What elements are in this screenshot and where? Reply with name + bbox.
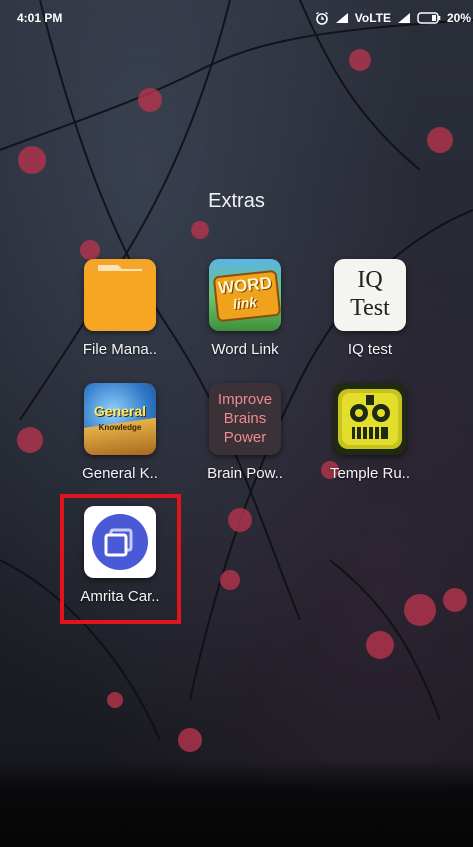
alarm-icon (315, 11, 329, 25)
app-label: Brain Pow.. (207, 465, 283, 482)
status-bar: 4:01 PM VoLTE 20% (0, 0, 473, 36)
battery-icon (417, 12, 441, 24)
highlight-box (60, 494, 181, 624)
app-brain-power[interactable]: Improve Brains Power Brain Pow.. (183, 383, 307, 482)
network-type: VoLTE (354, 11, 391, 25)
brain-power-icon-text-1: Improve (217, 391, 273, 408)
general-knowledge-icon-subtext: Knowledge (98, 423, 142, 432)
iq-test-icon: IQ Test (334, 259, 406, 331)
signal-icon (335, 12, 349, 24)
general-knowledge-icon: General Knowledge (84, 383, 156, 455)
app-word-link[interactable]: WORD link Word Link (183, 259, 307, 358)
app-label: Temple Ru.. (329, 465, 411, 482)
folder-icon (84, 259, 156, 331)
iq-test-icon-text: IQ (357, 267, 383, 293)
status-icons: VoLTE 20% (315, 11, 473, 25)
app-iq-test[interactable]: IQ Test IQ test (308, 259, 432, 358)
app-label: General K.. (82, 465, 158, 482)
folder-title: Extras (208, 190, 265, 212)
signal-icon-2 (397, 12, 411, 24)
iq-test-icon-subtext: Test (350, 295, 390, 321)
wallpaper-bottom-shade (0, 760, 473, 847)
status-time: 4:01 PM (17, 11, 63, 25)
brain-power-icon: Improve Brains Power (209, 383, 281, 455)
general-knowledge-icon-text: General (93, 403, 147, 419)
app-file-manager[interactable]: File Mana.. (58, 259, 182, 358)
temple-run-icon (334, 383, 406, 455)
app-general-knowledge[interactable]: General Knowledge General K.. (58, 383, 182, 482)
brain-power-icon-text-3: Power (223, 429, 267, 446)
app-label: File Mana.. (82, 341, 158, 358)
battery-percent: 20% (446, 11, 471, 25)
app-temple-run[interactable]: Temple Ru.. (308, 383, 432, 482)
app-label: Word Link (211, 341, 279, 358)
app-label: IQ test (347, 341, 393, 358)
brain-power-icon-text-2: Brains (223, 410, 267, 427)
word-link-icon: WORD link (209, 259, 281, 331)
